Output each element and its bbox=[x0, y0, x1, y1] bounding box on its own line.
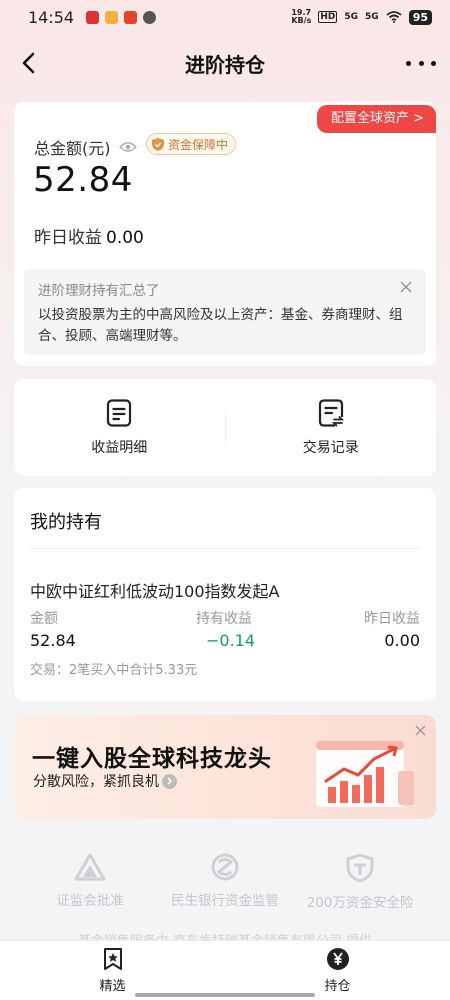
divider bbox=[30, 548, 420, 549]
hd-icon: HD bbox=[318, 11, 338, 23]
bookmark-star-icon bbox=[103, 948, 122, 970]
fund-name: 中欧中证红利低波动100指数发起A bbox=[30, 582, 280, 601]
csrc-logo-icon bbox=[74, 853, 106, 881]
status-time: 14:54 bbox=[28, 7, 75, 27]
yesterday-profit-value: 0.00 bbox=[106, 228, 144, 248]
shopping-app-icon bbox=[105, 10, 119, 24]
global-assets-button[interactable]: 配置全球资产 > bbox=[316, 105, 436, 133]
tab-label: 精选 bbox=[99, 979, 126, 994]
trust-row: 证监会批准 民生银行资金监管 200万资金安全险 bbox=[0, 853, 450, 913]
signal-5g-icon-2: 5G bbox=[365, 12, 379, 22]
shield-icon bbox=[152, 137, 164, 151]
close-icon[interactable] bbox=[415, 725, 426, 736]
trust-label: 证监会批准 bbox=[56, 893, 124, 909]
close-icon[interactable] bbox=[400, 281, 412, 293]
status-right: 19.7 KB/s HD 5G 5G 95 bbox=[291, 9, 432, 25]
yen-circle-icon bbox=[326, 948, 349, 970]
insurance-shield-icon bbox=[346, 853, 374, 883]
trust-item: 民生银行资金监管 bbox=[155, 853, 295, 909]
profit-detail-label: 收益明细 bbox=[91, 439, 148, 456]
profit-detail-button[interactable]: 收益明细 bbox=[14, 379, 225, 476]
holding-profit-value: −0.14 bbox=[206, 631, 256, 650]
badge-label: 资金保障中 bbox=[168, 137, 229, 152]
trust-label: 200万资金安全险 bbox=[306, 895, 414, 911]
more-options-icon[interactable] bbox=[406, 49, 436, 77]
signal-5g-icon: 5G bbox=[344, 12, 359, 22]
transaction-record-icon bbox=[318, 398, 344, 427]
yesterday-profit-col-value: 0.00 bbox=[384, 631, 420, 650]
bank-logo-icon bbox=[211, 853, 239, 881]
status-bar: 14:54 19.7 KB/s HD 5G 5G 95 bbox=[0, 0, 450, 34]
trade-note: 交易：2笔买入中合计5.33元 bbox=[30, 663, 198, 678]
tab-label: 持仓 bbox=[324, 979, 351, 994]
total-amount-label: 总金额(元) bbox=[34, 139, 111, 158]
banner-subtitle: 分散风险，紧抓良机 bbox=[33, 774, 159, 790]
tab-bar: 精选 持仓 bbox=[0, 940, 450, 1000]
actions-card: 收益明细 交易记录 bbox=[14, 379, 436, 476]
document-icon bbox=[107, 398, 132, 427]
trust-item: 证监会批准 bbox=[20, 853, 160, 909]
notice-title: 进阶理财持有汇总了 bbox=[38, 283, 160, 299]
red-app-icon bbox=[124, 10, 138, 24]
fund-security-badge[interactable]: 资金保障中 bbox=[146, 133, 237, 155]
arrow-right-icon bbox=[162, 773, 177, 789]
nav-bar: 进阶持仓 bbox=[0, 40, 450, 86]
rising-chart-illustration bbox=[316, 741, 414, 807]
notice-text: 以投资股票为主的中高风险及以上资产：基金、券商理财、组合、投顾、高端理财等。 bbox=[38, 307, 403, 344]
home-indicator bbox=[135, 993, 315, 997]
promo-banner[interactable]: 一键入股全球科技龙头 分散风险，紧抓良机 bbox=[14, 715, 436, 819]
page-title: 进阶持仓 bbox=[185, 52, 265, 77]
banner-title: 一键入股全球科技龙头 bbox=[32, 746, 272, 772]
message-icon bbox=[143, 10, 157, 24]
battery-icon: 95 bbox=[408, 9, 432, 25]
trust-item: 200万资金安全险 bbox=[290, 853, 430, 911]
net-speed: 19.7 KB/s bbox=[291, 8, 312, 25]
amount-label: 金额 bbox=[30, 611, 58, 627]
summary-card: 配置全球资产 > 总金额(元) 资金保障中 52.84 昨日收益 0.00 进阶理… bbox=[14, 102, 436, 366]
transaction-record-button[interactable]: 交易记录 bbox=[226, 379, 437, 476]
tab-holdings[interactable]: 持仓 bbox=[225, 941, 450, 1000]
holding-profit-label: 持有收益 bbox=[196, 611, 252, 627]
yesterday-profit-col-label: 昨日收益 bbox=[364, 611, 420, 627]
video-app-icon bbox=[86, 10, 100, 24]
transaction-record-label: 交易记录 bbox=[302, 439, 359, 456]
eye-icon[interactable] bbox=[118, 141, 137, 153]
yesterday-profit-label: 昨日收益 bbox=[34, 228, 102, 248]
holdings-title: 我的持有 bbox=[30, 512, 102, 533]
tab-featured[interactable]: 精选 bbox=[0, 941, 225, 1000]
back-arrow-icon[interactable] bbox=[16, 49, 44, 77]
wifi-icon bbox=[386, 11, 402, 23]
total-amount-value: 52.84 bbox=[33, 160, 133, 200]
amount-value: 52.84 bbox=[30, 631, 76, 650]
trust-label: 民生银行资金监管 bbox=[171, 893, 279, 909]
summary-notice: 进阶理财持有汇总了 以投资股票为主的中高风险及以上资产：基金、券商理财、组合、投… bbox=[24, 269, 426, 355]
holdings-card: 我的持有 中欧中证红利低波动100指数发起A 金额 持有收益 昨日收益 52.8… bbox=[14, 488, 436, 701]
